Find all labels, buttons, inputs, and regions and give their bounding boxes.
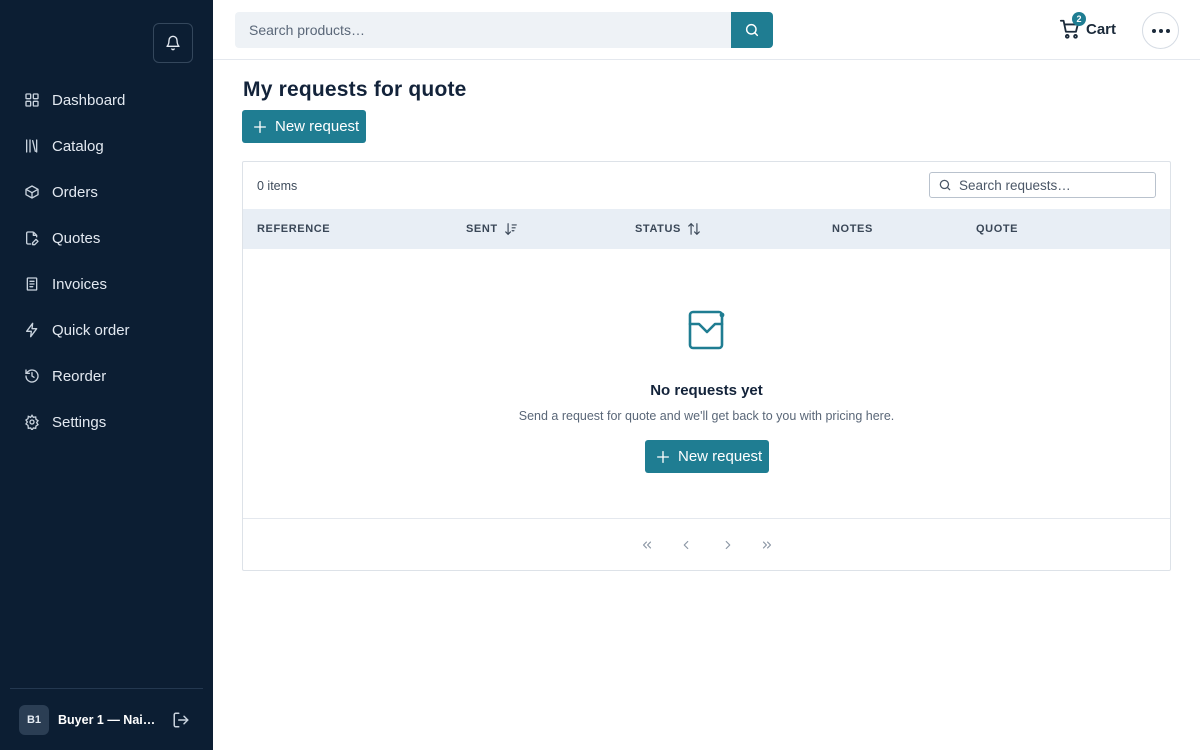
sort-both-icon[interactable] xyxy=(687,222,701,236)
grid-icon xyxy=(24,92,40,108)
avatar[interactable]: B1 xyxy=(19,704,49,735)
product-search xyxy=(235,12,773,48)
books-icon xyxy=(24,138,40,154)
requests-search-input[interactable] xyxy=(959,177,1149,193)
inbox-icon xyxy=(688,310,725,350)
column-header-notes: NOTES xyxy=(832,209,873,249)
column-label: QUOTE xyxy=(976,223,1019,235)
column-header-sent[interactable]: SENT xyxy=(466,209,518,249)
sidebar-item-catalog[interactable]: Catalog xyxy=(0,123,213,169)
search-icon xyxy=(745,23,759,37)
box-icon xyxy=(24,184,40,200)
sidebar-item-invoices[interactable]: Invoices xyxy=(0,261,213,307)
chevron-left-icon xyxy=(683,540,689,550)
user-name[interactable]: Buyer 1 — Nairobi xyxy=(58,713,158,727)
product-search-button[interactable] xyxy=(731,12,773,48)
more-horizontal-icon xyxy=(1151,28,1170,33)
column-label: NOTES xyxy=(832,223,873,235)
plus-icon xyxy=(254,120,266,133)
product-search-input[interactable] xyxy=(235,12,731,48)
sidebar-nav: Dashboard Catalog Orders Quotes Invoices… xyxy=(0,77,213,445)
next-page-button[interactable] xyxy=(719,536,737,554)
cart-count-badge: 2 xyxy=(1072,12,1086,26)
requests-search xyxy=(929,172,1156,198)
receipt-icon xyxy=(24,276,40,292)
column-header-status[interactable]: STATUS xyxy=(635,209,701,249)
sidebar-item-quick-order[interactable]: Quick order xyxy=(0,307,213,353)
new-request-label: New request xyxy=(678,448,763,465)
last-page-button[interactable] xyxy=(758,536,776,554)
sidebar-item-label: Reorder xyxy=(52,367,107,385)
column-label: STATUS xyxy=(635,223,681,235)
empty-state: No requests yet Send a request for quote… xyxy=(243,249,1170,519)
empty-state-title: No requests yet xyxy=(650,382,763,399)
notifications-button[interactable] xyxy=(153,23,193,63)
empty-state-description: Send a request for quote and we'll get b… xyxy=(518,409,895,423)
column-header-reference: REFERENCE xyxy=(257,209,330,249)
sidebar-item-label: Invoices xyxy=(52,275,108,293)
sidebar-item-label: Orders xyxy=(52,183,98,201)
previous-page-button[interactable] xyxy=(677,536,695,554)
sidebar-item-settings[interactable]: Settings xyxy=(0,399,213,445)
sidebar: Dashboard Catalog Orders Quotes Invoices… xyxy=(0,0,213,750)
items-count: 0 items xyxy=(257,179,298,193)
first-page-button[interactable] xyxy=(638,536,656,554)
sidebar-item-label: Quick order xyxy=(52,321,130,339)
column-label: REFERENCE xyxy=(257,223,331,235)
sidebar-item-dashboard[interactable]: Dashboard xyxy=(0,77,213,123)
sidebar-item-label: Dashboard xyxy=(52,91,126,109)
column-header-quote: QUOTE xyxy=(976,209,1018,249)
plus-icon xyxy=(657,450,669,463)
new-request-label: New request xyxy=(275,118,360,135)
cart-icon-wrap: 2 xyxy=(1059,12,1086,40)
page-title: My requests for quote xyxy=(243,78,467,101)
logout-icon[interactable] xyxy=(172,711,190,729)
gear-icon xyxy=(24,414,40,430)
sort-descending-icon[interactable] xyxy=(504,222,518,236)
sidebar-item-quotes[interactable]: Quotes xyxy=(0,215,213,261)
sidebar-item-label: Settings xyxy=(52,413,107,431)
bell-icon xyxy=(166,35,180,51)
user-profile: B1 Buyer 1 — Nairobi xyxy=(10,688,203,750)
bolt-icon xyxy=(24,322,40,338)
history-icon xyxy=(24,368,40,384)
chevrons-left-icon xyxy=(642,541,652,549)
chevrons-right-icon xyxy=(762,541,772,549)
file-edit-icon xyxy=(24,230,40,246)
column-label: SENT xyxy=(466,223,498,235)
table-header: REFERENCE SENT STATUS NOTES QUOTE xyxy=(243,209,1170,249)
cart-label: Cart xyxy=(1086,20,1117,38)
table-toolbar: 0 items xyxy=(243,162,1170,209)
sidebar-item-orders[interactable]: Orders xyxy=(0,169,213,215)
cart-button[interactable]: 2 Cart xyxy=(1059,12,1117,44)
chevron-right-icon xyxy=(725,540,731,550)
sidebar-item-label: Quotes xyxy=(52,229,101,247)
top-bar: 2 Cart xyxy=(213,0,1200,60)
search-icon xyxy=(939,179,951,191)
empty-new-request-button[interactable]: New request xyxy=(645,440,769,473)
pagination xyxy=(243,518,1170,570)
more-menu-button[interactable] xyxy=(1142,12,1179,49)
requests-table-card: 0 items REFERENCE SENT STATUS NOTES QUOT… xyxy=(242,161,1171,571)
sidebar-item-label: Catalog xyxy=(52,137,104,155)
new-request-button[interactable]: New request xyxy=(242,110,366,143)
sidebar-item-reorder[interactable]: Reorder xyxy=(0,353,213,399)
